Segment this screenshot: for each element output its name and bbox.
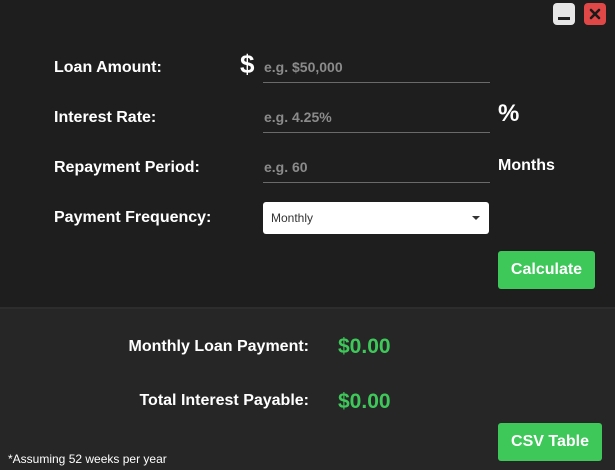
minimize-button[interactable]: [553, 3, 575, 25]
payment-frequency-value: Monthly: [271, 211, 314, 225]
loan-amount-input[interactable]: [263, 52, 490, 83]
loan-amount-label: Loan Amount:: [54, 59, 162, 76]
csv-table-button[interactable]: CSV Table: [498, 423, 602, 461]
calculate-button[interactable]: Calculate: [498, 251, 595, 289]
minimize-icon: [558, 17, 570, 20]
interest-rate-input[interactable]: [263, 102, 490, 133]
repayment-period-input[interactable]: [263, 152, 490, 183]
percent-suffix: %: [498, 100, 520, 127]
payment-frequency-label: Payment Frequency:: [54, 209, 212, 226]
repayment-period-label: Repayment Period:: [54, 159, 200, 176]
monthly-payment-label: Monthly Loan Payment:: [128, 338, 309, 355]
total-interest-value: $0.00: [338, 390, 391, 413]
payment-frequency-select[interactable]: Monthly: [263, 202, 489, 234]
chevron-down-icon: [472, 216, 480, 220]
close-button[interactable]: [584, 3, 606, 25]
monthly-payment-value: $0.00: [338, 335, 391, 358]
footnote: *Assuming 52 weeks per year: [8, 452, 167, 466]
currency-symbol: $: [240, 49, 255, 79]
interest-rate-label: Interest Rate:: [54, 109, 157, 126]
months-suffix: Months: [498, 157, 555, 174]
total-interest-label: Total Interest Payable:: [139, 392, 309, 409]
close-icon: [589, 8, 601, 20]
